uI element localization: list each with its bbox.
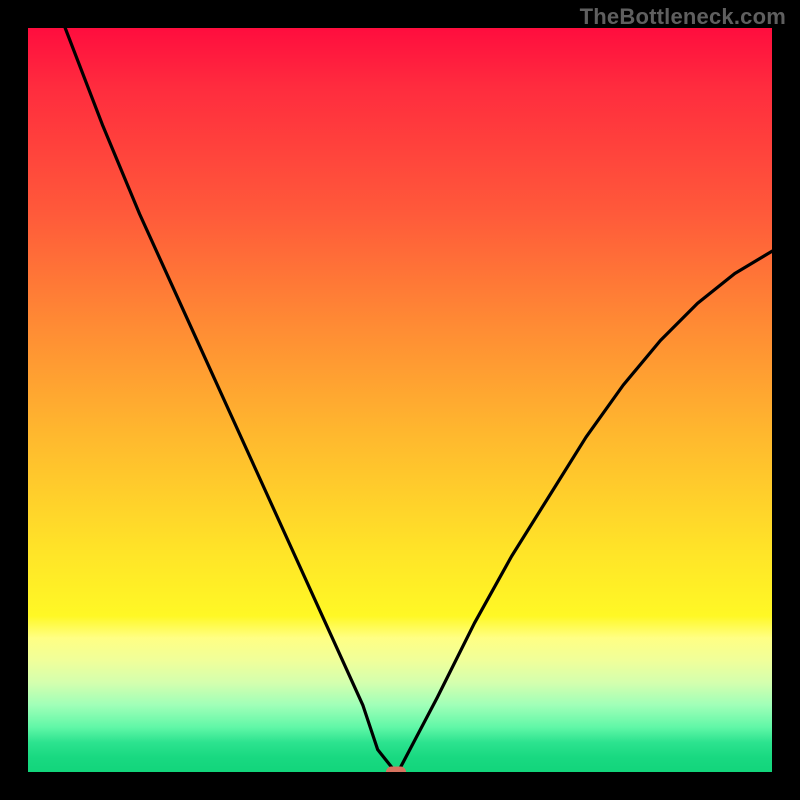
plot-area [28, 28, 772, 772]
bottleneck-curve [28, 28, 772, 772]
chart-frame: TheBottleneck.com [0, 0, 800, 800]
optimum-marker [386, 767, 406, 773]
watermark-text: TheBottleneck.com [580, 4, 786, 30]
